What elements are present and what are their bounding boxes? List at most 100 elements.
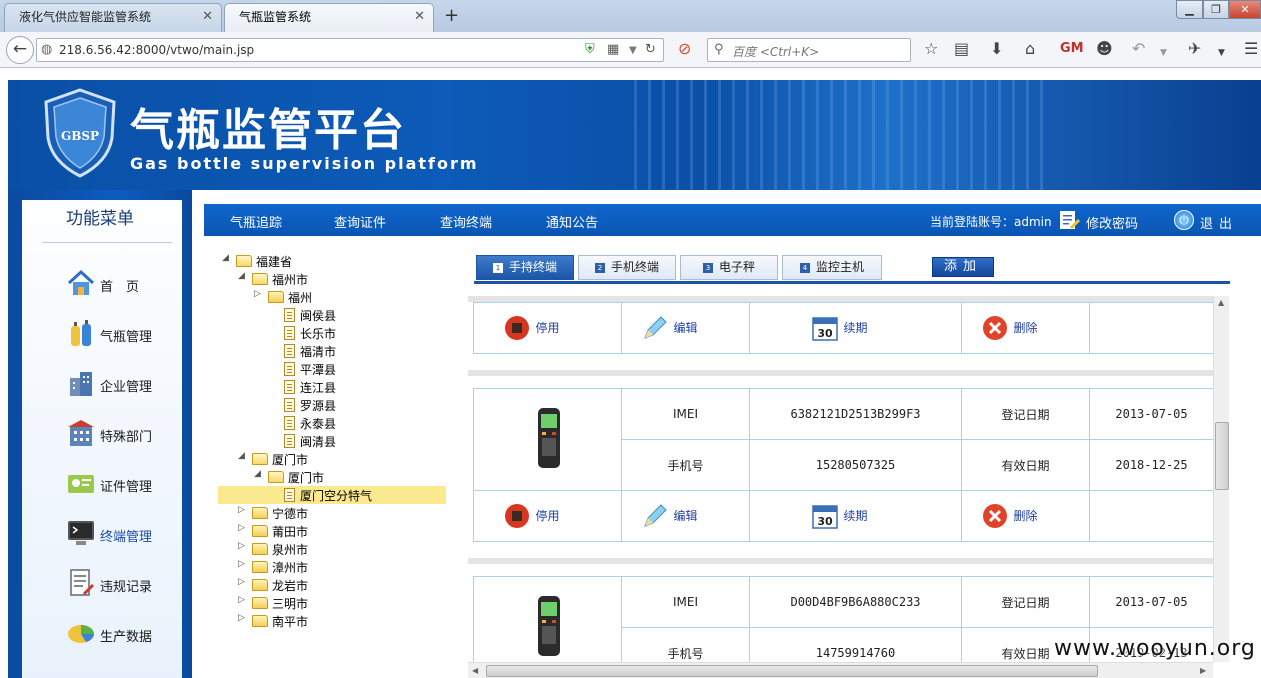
- folder-icon: [236, 255, 252, 267]
- tab-electronic-scale[interactable]: 3 电子秤: [680, 255, 778, 280]
- reading-list-icon[interactable]: ▤: [954, 40, 969, 58]
- address-bar[interactable]: ◍ 218.6.56.42:8000/vtwo/main.jsp ⛨ ▦ ▼ ↻: [36, 38, 664, 62]
- add-button[interactable]: 添加: [932, 257, 994, 277]
- calendar-day: 30: [818, 515, 834, 528]
- vertical-scrollbar[interactable]: ▲: [1213, 296, 1229, 662]
- search-box[interactable]: ⚲ 百度 <Ctrl+K>: [707, 38, 911, 62]
- stop-button[interactable]: 停用: [505, 502, 560, 530]
- sidebar-item-terminal[interactable]: 终端管理: [66, 516, 186, 552]
- expand-arrow-icon[interactable]: ▷: [254, 289, 264, 299]
- nav-link-announcements[interactable]: 通知公告: [546, 212, 598, 231]
- expand-arrow-icon[interactable]: ▷: [238, 541, 248, 551]
- edit-label: 编辑: [673, 321, 698, 335]
- expand-arrow-icon[interactable]: ▷: [238, 595, 248, 605]
- register-date-value: 2013-07-05: [1089, 576, 1213, 628]
- sidebar-item-label: 气瓶管理: [100, 330, 153, 345]
- logout-link[interactable]: 退出: [1200, 213, 1238, 232]
- power-icon[interactable]: ⏻: [1174, 210, 1194, 230]
- building-icon: [70, 372, 92, 396]
- minimize-window-button[interactable]: ▁: [1176, 0, 1203, 19]
- document-icon: [284, 326, 295, 340]
- delete-button[interactable]: 删除: [983, 502, 1038, 530]
- horizontal-scroll-thumb[interactable]: [486, 665, 1098, 677]
- home-icon[interactable]: ⌂: [1025, 40, 1035, 58]
- phone-value: 15280507325: [749, 439, 962, 491]
- scroll-right-icon[interactable]: ▶: [1200, 666, 1206, 675]
- back-arrow-icon[interactable]: ←: [6, 36, 34, 64]
- maximize-window-button[interactable]: ❐: [1203, 0, 1229, 19]
- reload-icon[interactable]: ↻: [645, 42, 656, 57]
- collapse-arrow-icon[interactable]: ◢: [238, 271, 248, 281]
- device-image-cell: [473, 388, 622, 491]
- expand-arrow-icon[interactable]: ▷: [238, 505, 248, 515]
- tab-number: 1: [492, 262, 503, 273]
- search-placeholder: 百度 <Ctrl+K>: [732, 45, 820, 59]
- url-text[interactable]: 218.6.56.42:8000/vtwo/main.jsp: [59, 43, 254, 57]
- nav-link-query-certificate[interactable]: 查询证件: [334, 212, 386, 231]
- expand-arrow-icon[interactable]: ▷: [238, 559, 248, 569]
- tab-handheld-terminal[interactable]: 1 手持终端: [476, 255, 574, 280]
- collapse-arrow-icon[interactable]: ◢: [222, 253, 232, 263]
- tab-monitoring-host[interactable]: 4 监控主机: [782, 255, 882, 280]
- sidebar-item-enterprise[interactable]: 企业管理: [66, 366, 186, 402]
- register-date-label: 登记日期: [961, 388, 1090, 440]
- sidebar-item-label: 生产数据: [100, 630, 153, 645]
- delete-label: 删除: [1013, 321, 1038, 335]
- close-tab-icon[interactable]: ✕: [202, 9, 213, 24]
- sidebar-item-violation-record[interactable]: 违规记录: [66, 566, 186, 602]
- menu-icon[interactable]: ☰: [1244, 40, 1258, 58]
- tools-icon[interactable]: ✈: [1188, 40, 1201, 58]
- chat-icon[interactable]: ☻: [1096, 40, 1113, 58]
- horizontal-scrollbar[interactable]: ◀ ▶: [468, 662, 1213, 678]
- undo-dropdown-icon[interactable]: ▼: [1160, 44, 1167, 62]
- edit-button[interactable]: 编辑: [644, 314, 698, 342]
- change-password-link[interactable]: 修改密码: [1086, 213, 1138, 232]
- delete-button[interactable]: 删除: [983, 314, 1038, 342]
- block-icon[interactable]: ⊘: [678, 40, 691, 58]
- platform-title: 气瓶监管平台: [130, 105, 406, 156]
- scroll-left-icon[interactable]: ◀: [472, 666, 478, 675]
- sidebar-item-home[interactable]: 首 页: [66, 266, 186, 302]
- nav-link-query-terminal[interactable]: 查询终端: [440, 212, 492, 231]
- close-tab-icon[interactable]: ✕: [414, 9, 425, 24]
- tree-node-label: 永泰县: [300, 417, 337, 431]
- delete-icon: [983, 316, 1008, 340]
- bookmark-star-icon[interactable]: ☆: [924, 40, 938, 58]
- browser-tab-active[interactable]: 气瓶监管系统 ✕: [224, 3, 434, 32]
- new-tab-icon[interactable]: +: [444, 5, 459, 26]
- download-icon[interactable]: ⬇: [990, 40, 1003, 58]
- more-dropdown-icon[interactable]: ▼: [1218, 44, 1225, 62]
- sidebar-item-gas-bottle[interactable]: 气瓶管理: [66, 316, 186, 352]
- stop-button[interactable]: 停用: [505, 314, 560, 342]
- tree-node[interactable]: 厦门空分特气: [218, 486, 446, 504]
- qr-code-icon[interactable]: ▦: [607, 42, 619, 57]
- expand-arrow-icon[interactable]: ▷: [238, 577, 248, 587]
- nav-link-bottle-tracking[interactable]: 气瓶追踪: [230, 212, 282, 231]
- browser-tab[interactable]: 液化气供应智能监管系统 ✕: [4, 3, 222, 32]
- collapse-arrow-icon[interactable]: ◢: [254, 469, 264, 479]
- expand-arrow-icon[interactable]: ▷: [238, 523, 248, 533]
- edit-button[interactable]: 编辑: [644, 502, 698, 530]
- sidebar-item-special-department[interactable]: 特殊部门: [66, 416, 186, 452]
- document-icon: [284, 416, 295, 430]
- renew-button[interactable]: 30 续期: [812, 314, 868, 342]
- shield-check-icon[interactable]: ⛨: [585, 42, 595, 57]
- phone-label: 手机号: [621, 439, 750, 491]
- sidebar-item-certificate[interactable]: 证件管理: [66, 466, 186, 502]
- expand-arrow-icon[interactable]: ▷: [238, 613, 248, 623]
- sidebar-item-production-data[interactable]: 生产数据: [66, 616, 186, 652]
- dropdown-arrow-icon[interactable]: ▼: [629, 45, 637, 56]
- imei-value: 6382121D2513B299F3: [749, 388, 962, 440]
- empty-cell: [1089, 490, 1213, 542]
- close-window-button[interactable]: ✕: [1229, 0, 1261, 19]
- collapse-arrow-icon[interactable]: ◢: [238, 451, 248, 461]
- tab-mobile-terminal[interactable]: 2 手机终端: [578, 255, 676, 280]
- greasemonkey-icon[interactable]: GM: [1060, 40, 1084, 58]
- undo-icon[interactable]: ↶: [1132, 40, 1145, 58]
- renew-button[interactable]: 30 续期: [812, 502, 868, 530]
- edit-password-icon[interactable]: [1058, 209, 1080, 231]
- violation-record-icon: [70, 569, 95, 596]
- vertical-scroll-thumb[interactable]: [1215, 422, 1229, 490]
- scroll-up-icon[interactable]: ▲: [1218, 298, 1224, 307]
- imei-label: IMEI: [621, 576, 750, 628]
